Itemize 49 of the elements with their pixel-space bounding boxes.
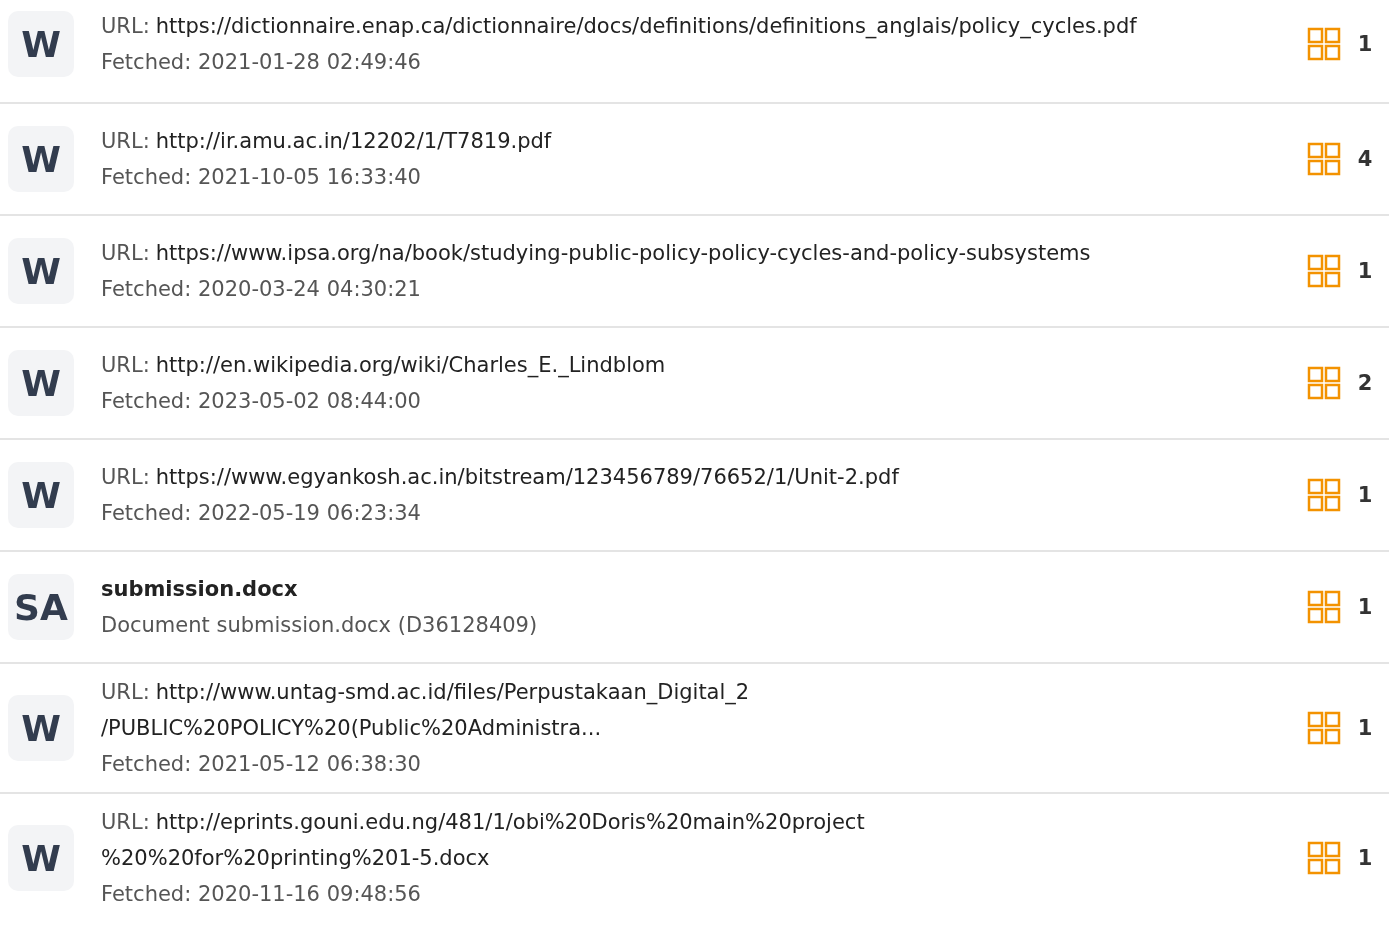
source-url[interactable]: http://en.wikipedia.org/wiki/Charles_E._Lindblom xyxy=(155,351,666,379)
fetched-date: Fetched: 2021-10-05 16:33:40 xyxy=(101,164,422,191)
match-count: 2 xyxy=(1356,371,1374,395)
match-count: 1 xyxy=(1356,595,1374,619)
match-count: 1 xyxy=(1356,716,1374,740)
match-count: 1 xyxy=(1356,259,1374,283)
source-url[interactable]: https://www.egyankosh.ac.in/bitstream/123456789/76652/1/Unit-2.pdf xyxy=(155,463,899,491)
grid-icon[interactable] xyxy=(1307,841,1341,875)
source-type-badge: W xyxy=(8,11,74,77)
grid-icon[interactable] xyxy=(1307,142,1341,176)
fetched-date: Fetched: 2022-05-19 06:23:34 xyxy=(101,500,422,527)
grid-icon[interactable] xyxy=(1307,27,1341,61)
fetched-date: Fetched: 2021-01-28 02:49:46 xyxy=(101,49,422,76)
grid-icon[interactable] xyxy=(1307,590,1341,624)
url-label: URL: xyxy=(101,464,150,491)
fetched-date: Fetched: 2020-03-24 04:30:21 xyxy=(101,276,422,303)
fetched-date: Fetched: 2023-05-02 08:44:00 xyxy=(101,388,422,415)
url-label: URL: xyxy=(101,13,150,40)
source-type-badge: W xyxy=(8,126,74,192)
grid-icon[interactable] xyxy=(1307,366,1341,400)
match-count: 1 xyxy=(1356,483,1374,507)
grid-icon[interactable] xyxy=(1307,478,1341,512)
source-url[interactable]: http://ir.amu.ac.in/12202/1/T7819.pdf xyxy=(155,127,552,155)
source-url[interactable]: https://dictionnaire.enap.ca/dictionnaire/docs/definitions/definitions_anglais/policy_cycles.pdf xyxy=(155,12,1137,40)
source-type-badge: W xyxy=(8,825,74,891)
match-count: 1 xyxy=(1356,32,1374,56)
grid-icon[interactable] xyxy=(1307,254,1341,288)
source-type-badge: W xyxy=(8,462,74,528)
source-type-badge: W xyxy=(8,238,74,304)
url-label: URL: xyxy=(101,679,150,706)
file-name: submission.docx xyxy=(101,576,299,603)
source-url[interactable]: https://www.ipsa.org/na/book/studying-public-policy-policy-cycles-and-policy-subsystems xyxy=(155,239,1091,267)
match-count: 1 xyxy=(1356,846,1374,870)
source-url[interactable]: /PUBLIC%20POLICY%20(Public%20Administra... xyxy=(101,714,1291,742)
url-label: URL: xyxy=(101,352,150,379)
source-url[interactable]: %20%20for%20printing%201-5.docx xyxy=(101,844,1291,872)
url-label: URL: xyxy=(101,128,150,155)
grid-icon[interactable] xyxy=(1307,711,1341,745)
match-count: 4 xyxy=(1356,147,1374,171)
source-url[interactable]: http://www.untag-smd.ac.id/files/Perpustakaan_Digital_2 xyxy=(155,678,750,706)
source-url[interactable]: http://eprints.gouni.edu.ng/481/1/obi%20Doris%20main%20project xyxy=(155,808,865,836)
url-label: URL: xyxy=(101,809,150,836)
source-type-badge: SA xyxy=(8,574,74,640)
source-type-badge: W xyxy=(8,350,74,416)
fetched-date: Fetched: 2020-11-16 09:48:56 xyxy=(101,881,422,908)
file-description: Document submission.docx (D36128409) xyxy=(101,612,539,639)
url-label: URL: xyxy=(101,240,150,267)
fetched-date: Fetched: 2021-05-12 06:38:30 xyxy=(101,751,422,778)
source-type-badge: W xyxy=(8,695,74,761)
